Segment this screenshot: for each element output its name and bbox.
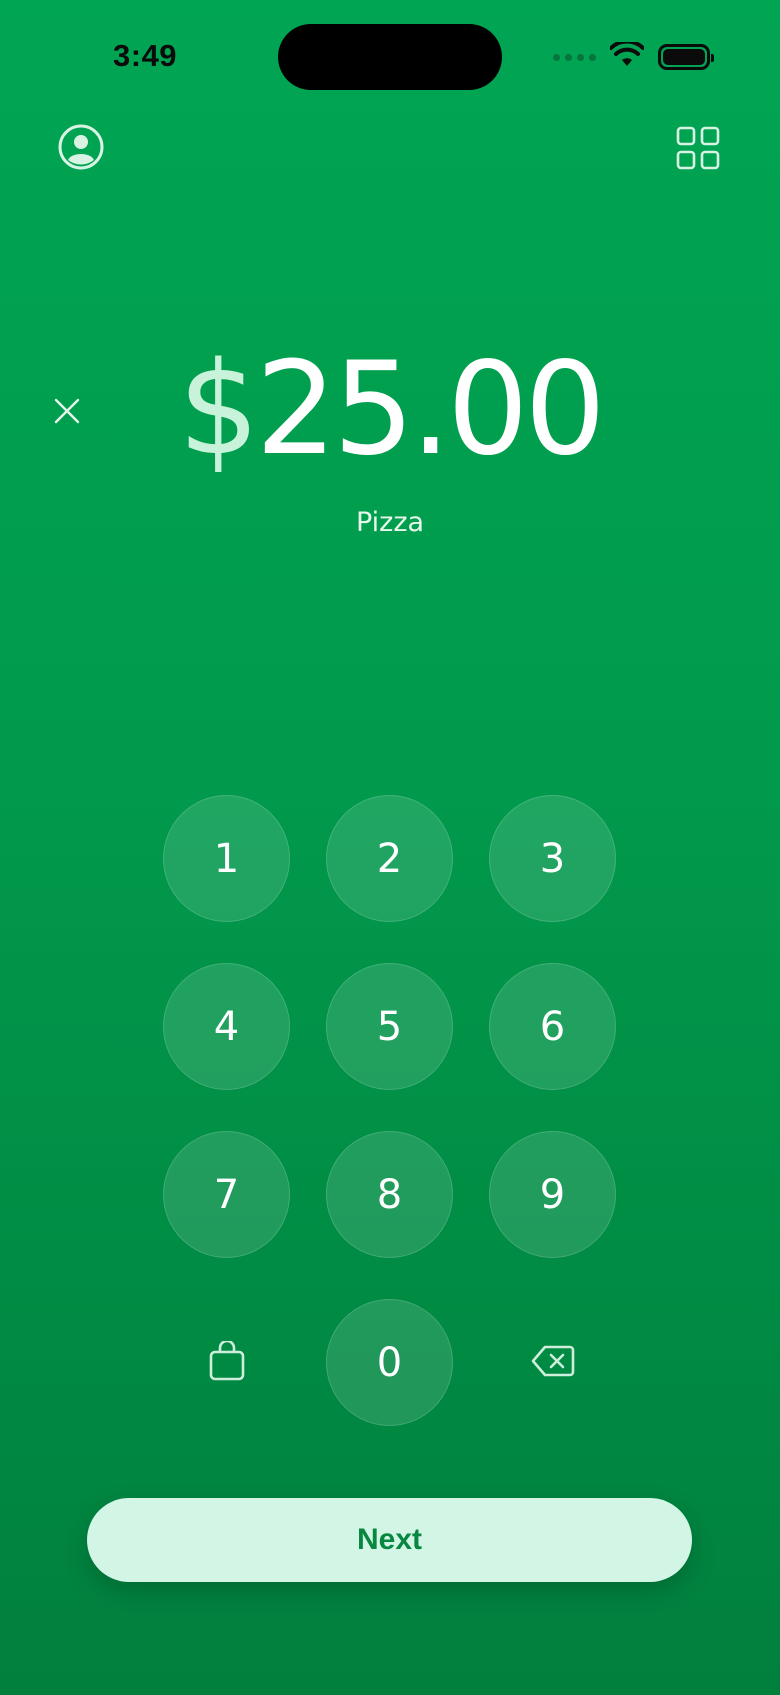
next-button[interactable]: Next <box>87 1498 692 1582</box>
dynamic-island <box>278 24 502 90</box>
shopping-bag-icon <box>209 1339 245 1385</box>
status-time: 3:49 <box>113 38 178 73</box>
status-bar: 3:49 <box>0 0 780 110</box>
backspace-icon <box>531 1344 575 1382</box>
key-8[interactable]: 8 <box>326 1131 453 1258</box>
profile-icon <box>57 123 105 175</box>
amount-value: 25.00 <box>255 335 606 484</box>
amount-display: $25.00 <box>0 345 780 475</box>
profile-button[interactable] <box>56 124 106 174</box>
key-2[interactable]: 2 <box>326 795 453 922</box>
key-1[interactable]: 1 <box>163 795 290 922</box>
key-9[interactable]: 9 <box>489 1131 616 1258</box>
key-4[interactable]: 4 <box>163 963 290 1090</box>
scan-grid-button[interactable] <box>675 126 721 174</box>
cellular-signal-icon <box>553 53 596 61</box>
key-3[interactable]: 3 <box>489 795 616 922</box>
currency-symbol: $ <box>178 335 259 484</box>
payment-note[interactable]: Pizza <box>0 507 780 538</box>
shopping-bag-button[interactable] <box>163 1299 290 1426</box>
key-5[interactable]: 5 <box>326 963 453 1090</box>
key-6[interactable]: 6 <box>489 963 616 1090</box>
wifi-icon <box>609 39 645 72</box>
grid-icon <box>676 126 720 174</box>
status-indicators <box>553 39 714 72</box>
battery-icon <box>658 44 714 70</box>
key-7[interactable]: 7 <box>163 1131 290 1258</box>
key-0[interactable]: 0 <box>326 1299 453 1426</box>
backspace-button[interactable] <box>489 1299 616 1426</box>
